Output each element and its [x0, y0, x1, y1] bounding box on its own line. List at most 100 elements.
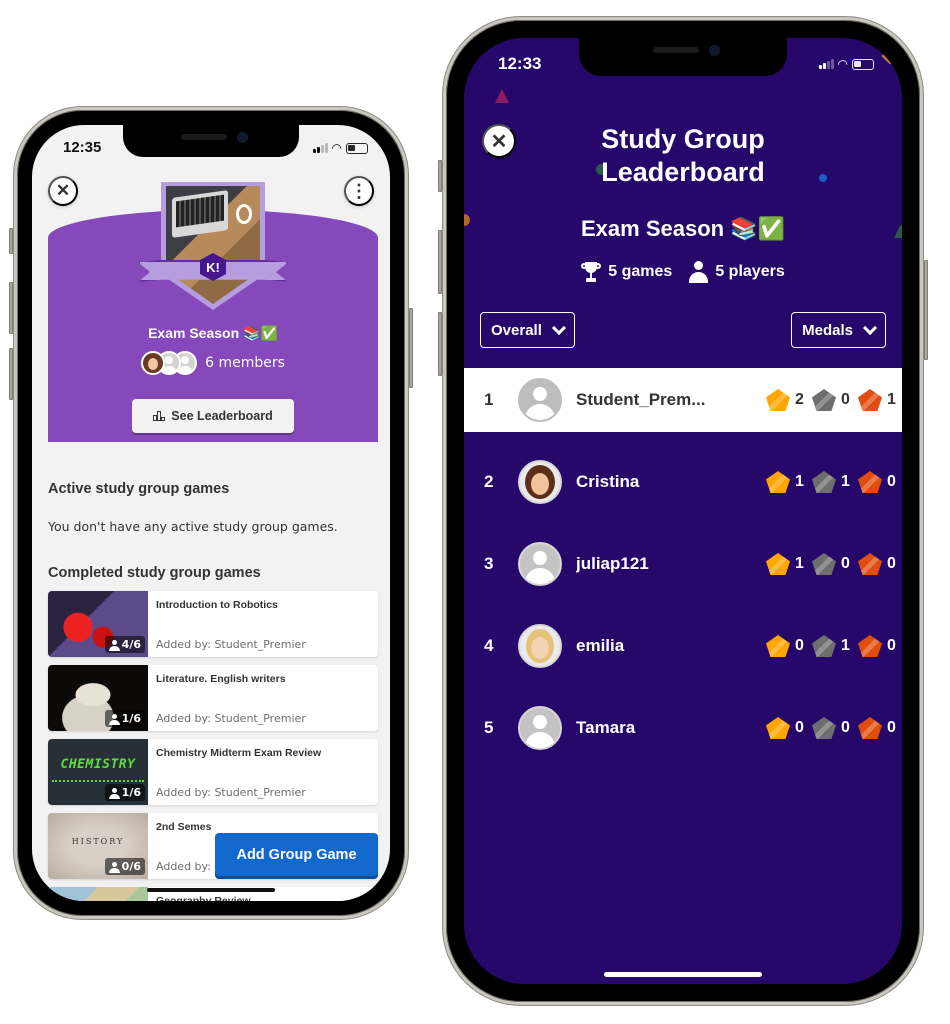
members-row[interactable]: 6 members	[48, 351, 378, 375]
silver-medal-icon	[812, 471, 836, 493]
bronze-medal: 0	[858, 635, 896, 657]
trophy-icon	[581, 262, 602, 282]
game-thumbnail: 4/6	[48, 591, 148, 657]
confetti-decoration	[495, 89, 509, 103]
see-leaderboard-button[interactable]: See Leaderboard	[132, 399, 294, 433]
leaderboard-row[interactable]: 3 juliap121 1 0 0	[464, 523, 902, 605]
active-games-heading: Active study group games	[48, 481, 230, 497]
bronze-medal: 1	[858, 389, 896, 411]
game-added-by: Added by: Student_Premier	[156, 712, 306, 725]
player-name: emilia	[576, 636, 625, 655]
silver-medal-icon	[812, 635, 836, 657]
status-icons: ◠	[818, 57, 874, 71]
gold-count: 0	[795, 719, 804, 736]
leaderboard-screen: 12:33 ◠ ✕ Study Group Leaderboard Exam S…	[464, 38, 902, 984]
power-button	[409, 308, 413, 388]
completed-games-heading: Completed study group games	[48, 565, 261, 581]
players-badge: 1/6	[104, 710, 145, 727]
volume-down-button	[9, 348, 13, 400]
game-title: 2nd Semes	[156, 821, 212, 833]
metric-dropdown[interactable]: Medals	[791, 312, 886, 348]
game-title: Introduction to Robotics	[156, 599, 278, 611]
medal-counts: 0 1 0	[762, 635, 896, 657]
close-button[interactable]: ✕	[48, 176, 78, 206]
rank-number: 2	[484, 472, 494, 491]
more-vertical-icon: ⋮	[350, 180, 368, 201]
volume-up-button	[438, 230, 442, 294]
player-avatar	[518, 542, 562, 586]
player-avatar	[518, 706, 562, 750]
home-indicator[interactable]	[604, 972, 762, 977]
medal-counts: 2 0 1	[762, 389, 896, 411]
study-group-screen: 12:35 ◠ ✕ ⋮ K! Exam Season 📚✅ 6 members …	[32, 125, 390, 901]
chevron-down-icon	[862, 320, 878, 335]
players-badge: 1/6	[104, 784, 145, 801]
notch	[123, 125, 299, 157]
rank-number: 5	[484, 718, 494, 737]
person-icon	[108, 787, 120, 799]
player-name: Student_Prem...	[576, 390, 706, 409]
page-title: Study Group Leaderboard	[601, 124, 765, 187]
bronze-count: 0	[887, 719, 896, 736]
silver-count: 1	[841, 637, 850, 654]
scope-dropdown[interactable]: Overall	[480, 312, 575, 348]
person-icon	[108, 861, 120, 873]
wifi-icon: ◠	[331, 141, 342, 155]
game-thumbnail: CHEMISTRY 1/6	[48, 739, 148, 805]
phone-frame-right: 12:33 ◠ ✕ Study Group Leaderboard Exam S…	[438, 17, 928, 1005]
silver-medal-icon	[812, 553, 836, 575]
more-options-button[interactable]: ⋮	[344, 176, 374, 206]
wifi-icon: ◠	[837, 57, 848, 71]
add-group-game-button[interactable]: Add Group Game	[215, 833, 378, 876]
players-count: 5 players	[715, 263, 785, 280]
bronze-count: 1	[887, 391, 896, 408]
battery-icon	[852, 58, 874, 70]
leaderboard-row[interactable]: 1 Student_Prem... 2 0 1	[464, 368, 902, 432]
confetti-decoration	[881, 47, 899, 65]
close-icon: ✕	[490, 130, 508, 153]
notch	[579, 38, 787, 76]
game-card[interactable]: CHEMISTRY 1/6 Chemistry Midterm Exam Rev…	[48, 739, 378, 805]
silver-count: 1	[841, 473, 850, 490]
player-name: juliap121	[576, 554, 649, 573]
game-added-by: Added by: Student_Premier	[156, 638, 306, 651]
bronze-medal: 0	[858, 553, 896, 575]
leaderboard-list: 1 Student_Prem... 2 0 1 2 Cristina 1 1 0…	[464, 368, 902, 769]
group-name: Exam Season 📚✅	[148, 325, 278, 341]
player-name: Tamara	[576, 718, 636, 737]
silver-count: 0	[841, 391, 850, 408]
game-card[interactable]: 1/6 Literature. English writers Added by…	[48, 665, 378, 731]
silver-count: 0	[841, 555, 850, 572]
silver-medal: 0	[812, 389, 850, 411]
phone-frame-left: 12:35 ◠ ✕ ⋮ K! Exam Season 📚✅ 6 members …	[9, 107, 413, 919]
silver-count: 0	[841, 719, 850, 736]
status-time: 12:33	[498, 54, 542, 73]
metric-dropdown-value: Medals	[802, 321, 853, 339]
status-time: 12:35	[63, 139, 102, 156]
home-indicator[interactable]	[147, 888, 275, 892]
user-icon	[688, 261, 709, 283]
close-button[interactable]: ✕	[482, 124, 516, 158]
bronze-count: 0	[887, 637, 896, 654]
medal-counts: 1 1 0	[762, 471, 896, 493]
volume-down-button	[438, 312, 442, 376]
group-badge-image: K!	[138, 182, 288, 312]
leaderboard-row[interactable]: 4 emilia 0 1 0	[464, 605, 902, 687]
gold-medal: 0	[766, 717, 804, 739]
leaderboard-row[interactable]: 5 Tamara 0 0 0	[464, 687, 902, 769]
players-badge: 4/6	[104, 636, 145, 653]
signal-icon	[312, 143, 328, 153]
player-avatar	[518, 378, 562, 422]
bronze-medal-icon	[858, 717, 882, 739]
gold-count: 2	[795, 391, 804, 408]
bronze-medal: 0	[858, 471, 896, 493]
gold-count: 0	[795, 637, 804, 654]
game-card[interactable]: 4/6 Introduction to Robotics Added by: S…	[48, 591, 378, 657]
bronze-count: 0	[887, 555, 896, 572]
gold-medal-icon	[766, 471, 790, 493]
member-avatars	[141, 351, 198, 375]
leaderboard-row[interactable]: 2 Cristina 1 1 0	[464, 441, 902, 523]
battery-icon	[346, 142, 368, 154]
group-stats: 5 games 5 players	[464, 261, 902, 283]
rank-number: 4	[484, 636, 494, 655]
